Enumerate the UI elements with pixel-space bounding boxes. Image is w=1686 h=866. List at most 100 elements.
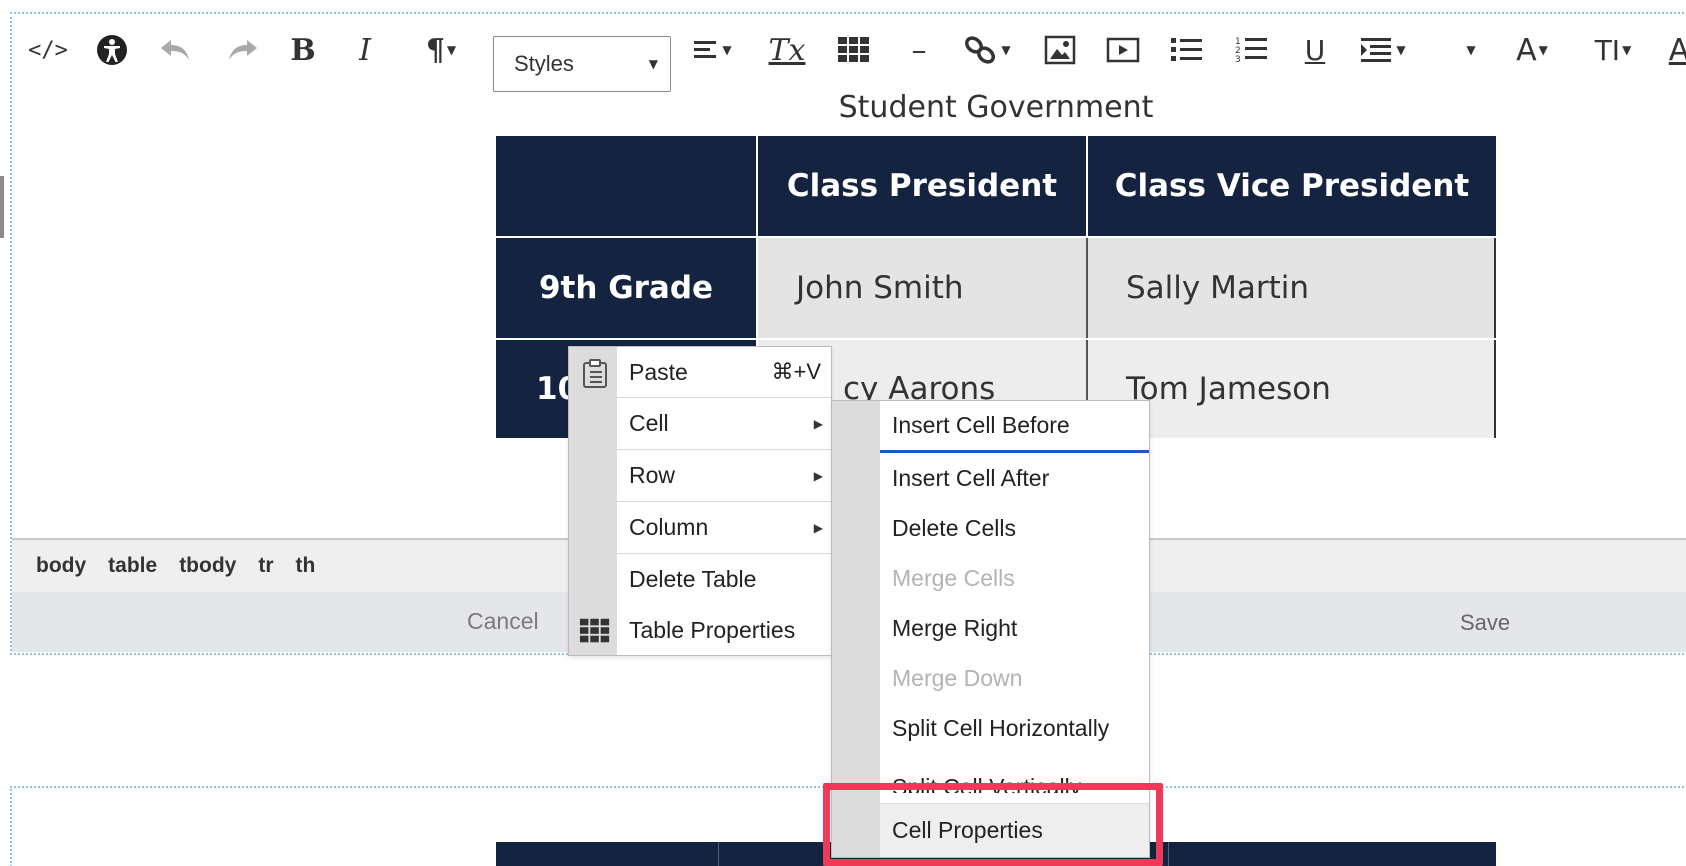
font-color-icon[interactable]: A — [1664, 32, 1686, 68]
table-glyph — [579, 618, 610, 643]
paragraph-glyph: ¶ — [425, 32, 445, 68]
menu-item-label: Split Cell Vertically — [892, 774, 1082, 793]
align-glyph — [694, 41, 717, 58]
chevron-down-icon: ▼ — [1001, 43, 1011, 57]
styles-dropdown[interactable]: Styles ▼ — [493, 36, 671, 92]
path-item-tbody[interactable]: tbody — [179, 554, 236, 578]
path-item-tr[interactable]: tr — [258, 554, 273, 578]
source-code-icon[interactable]: </> — [28, 32, 68, 68]
bullet-list-icon[interactable] — [1169, 32, 1205, 68]
styles-label: Styles — [514, 51, 574, 76]
cell-text: Sally Martin — [1126, 270, 1310, 306]
link-glyph — [965, 36, 996, 64]
undo-icon[interactable] — [155, 32, 195, 68]
cell-text: Tom Jameson — [1126, 371, 1331, 407]
chevron-down-icon: ▼ — [1538, 43, 1548, 57]
table-cell[interactable]: John Smith — [758, 238, 1088, 338]
header-cell-class-president[interactable]: Class President — [758, 136, 1086, 236]
media-icon[interactable] — [1105, 32, 1141, 68]
chevron-down-icon: ▼ — [648, 57, 658, 71]
row-header-text: 9th Grade — [538, 270, 714, 306]
header-cell-class-vice-president[interactable]: Class Vice President — [1088, 136, 1496, 236]
chevron-down-icon[interactable]: ▼ — [1460, 32, 1480, 68]
clipboard-icon — [581, 359, 609, 394]
menu-item-delete-table[interactable]: Delete Table — [617, 553, 831, 605]
header-text: Class Vice President — [1114, 168, 1470, 204]
svg-text:3: 3 — [1235, 55, 1241, 65]
menu-item-label: Delete Table — [629, 566, 757, 592]
submenu-item-delete-cells[interactable]: Delete Cells — [880, 503, 1149, 553]
cell-text: John Smith — [796, 270, 964, 306]
header-cell-empty[interactable] — [496, 136, 756, 236]
menu-item-label: Cell Properties — [892, 817, 1043, 843]
row-header-9th-grade[interactable]: 9th Grade — [496, 238, 756, 338]
accessibility-glyph — [97, 35, 127, 65]
numbered-list-glyph: 123 — [1235, 37, 1267, 65]
menu-item-row[interactable]: Row ▶ — [617, 449, 831, 501]
paragraph-icon[interactable]: ¶ ▼ — [416, 32, 466, 68]
redo-icon[interactable] — [223, 32, 263, 68]
column-divider — [1168, 842, 1169, 866]
align-icon[interactable]: ▼ — [687, 32, 737, 68]
font-size-icon[interactable]: A ▼ — [1507, 32, 1557, 68]
submenu-item-split-cell-vertically[interactable]: Split Cell Vertically — [880, 753, 1149, 793]
menu-item-label: Insert Cell After — [892, 464, 1050, 491]
path-item-body[interactable]: body — [36, 554, 86, 578]
line-height-icon[interactable]: TI ▼ — [1585, 32, 1641, 68]
undo-glyph — [161, 40, 189, 60]
clear-format-glyph: Tx — [768, 32, 806, 68]
menu-item-label: Column — [629, 514, 709, 540]
horizontal-rule-icon[interactable]: – — [904, 32, 934, 68]
menu-gutter — [832, 401, 880, 857]
chevron-right-icon: ▶ — [813, 416, 823, 431]
context-menu: Paste ⌘+V Cell ▶ Row ▶ Column ▶ Delete T… — [568, 346, 832, 656]
bullet-list-glyph — [1171, 38, 1202, 61]
numbered-list-icon[interactable]: 123 — [1234, 32, 1270, 68]
font-size-glyph: A — [1516, 32, 1537, 68]
table-glyph — [838, 37, 869, 62]
underline-icon[interactable]: U — [1297, 32, 1333, 68]
line-height-glyph: TI — [1594, 33, 1621, 67]
redo-glyph — [229, 40, 257, 60]
column-divider — [718, 842, 719, 866]
toolbar: </> B I ¶ ▼ Styles ▼ ▼ Tx – ▼ 123 U ▼ ▼ A… — [12, 14, 1686, 92]
menu-item-column[interactable]: Column ▶ — [617, 501, 831, 553]
menu-item-label: Paste — [629, 358, 688, 385]
submenu-item-insert-cell-after[interactable]: Insert Cell After — [880, 453, 1149, 503]
menu-item-label: Table Properties — [629, 616, 796, 643]
chevron-right-icon: ▶ — [813, 468, 823, 483]
path-item-th[interactable]: th — [296, 554, 316, 578]
indent-icon[interactable]: ▼ — [1355, 32, 1411, 68]
cell-submenu: Insert Cell Before Insert Cell After Del… — [831, 400, 1150, 858]
clear-format-icon[interactable]: Tx — [767, 32, 807, 68]
submenu-item-split-cell-horizontally[interactable]: Split Cell Horizontally — [880, 703, 1149, 753]
menu-item-cell[interactable]: Cell ▶ — [617, 397, 831, 449]
submenu-item-merge-right[interactable]: Merge Right — [880, 603, 1149, 653]
bold-icon[interactable]: B — [285, 32, 321, 68]
cancel-button[interactable]: Cancel — [467, 608, 539, 635]
image-icon[interactable] — [1042, 32, 1078, 68]
table-cell[interactable]: Sally Martin — [1088, 238, 1496, 338]
media-glyph — [1106, 37, 1140, 63]
submenu-item-cell-properties[interactable]: Cell Properties — [880, 803, 1149, 857]
menu-item-label: Cell — [629, 410, 669, 436]
horizontal-rule-glyph: – — [911, 32, 927, 68]
menu-item-label: Merge Right — [892, 614, 1018, 641]
path-item-table[interactable]: table — [108, 554, 157, 578]
chevron-right-icon: ▶ — [813, 520, 823, 535]
menu-item-shortcut: ⌘+V — [771, 359, 821, 384]
save-button[interactable]: Save — [1460, 610, 1510, 636]
menu-item-paste[interactable]: Paste ⌘+V — [617, 347, 831, 397]
chevron-down-icon: ▼ — [722, 43, 732, 57]
header-text: Class President — [786, 168, 1058, 204]
menu-item-label: Delete Cells — [892, 514, 1016, 541]
menu-item-table-properties[interactable]: Table Properties — [617, 605, 831, 655]
table-icon[interactable] — [834, 32, 874, 68]
italic-icon[interactable]: I — [350, 32, 380, 68]
menu-item-label: Row — [629, 462, 676, 488]
image-glyph — [1044, 35, 1076, 65]
submenu-item-insert-cell-before[interactable]: Insert Cell Before — [880, 401, 1149, 453]
accessibility-icon[interactable] — [94, 32, 130, 68]
indent-glyph — [1361, 38, 1392, 62]
link-icon[interactable]: ▼ — [960, 32, 1014, 68]
